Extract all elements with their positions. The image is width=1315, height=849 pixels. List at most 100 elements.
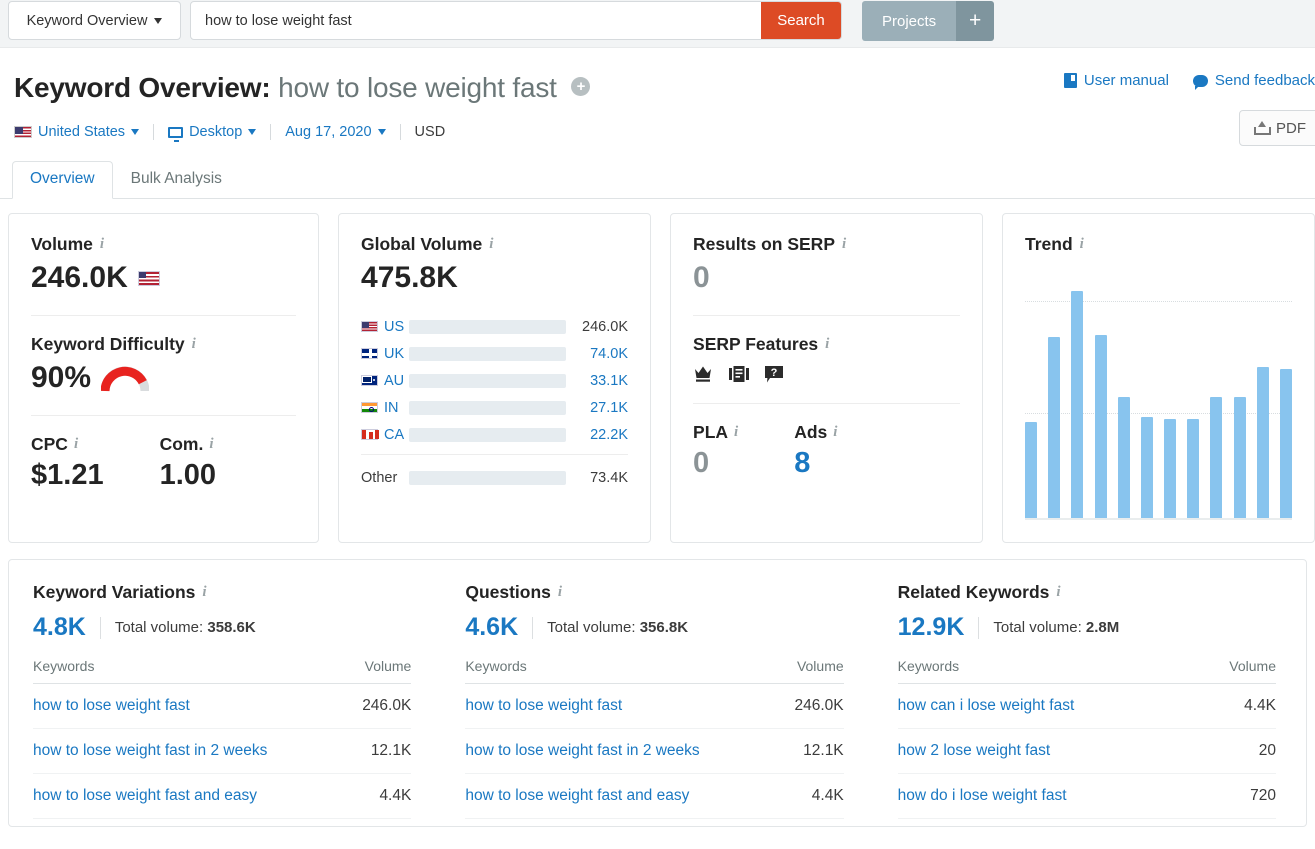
volume-card: Volume i 246.0K Keyword Difficulty i 90% (8, 213, 320, 543)
pla-label-row: PLA i (693, 422, 738, 443)
country-code: US (384, 318, 405, 335)
keyword-tables-panel: Keyword Variations i 4.8K Total volume: 358… (8, 559, 1307, 827)
keyword-link[interactable]: how to lose weight fast in 2 weeks (33, 742, 267, 760)
com-value: 1.00 (159, 459, 217, 491)
trend-bar (1279, 369, 1292, 520)
country-volume-list: US 246.0K UK 74.0K AU 33.1K IN 27.1K CA … (361, 313, 629, 491)
search-input[interactable] (191, 2, 761, 39)
info-icon[interactable]: i (825, 336, 829, 353)
projects-button[interactable]: Projects (862, 1, 957, 41)
info-icon[interactable]: i (202, 584, 206, 601)
database-select-label: Keyword Overview (26, 12, 148, 29)
country-code: CA (384, 426, 405, 443)
table-count[interactable]: 12.9K (898, 613, 965, 642)
total-volume-label: Total volume: (114, 619, 208, 636)
pla-block: PLA i 0 (693, 422, 738, 480)
trend-bar (1187, 419, 1200, 520)
com-block: Com. i 1.00 (160, 434, 216, 492)
info-icon[interactable]: i (1080, 236, 1084, 253)
keyword-link[interactable]: how 2 lose weight fast (898, 742, 1051, 760)
results-on-serp-value: 0 (693, 261, 710, 294)
add-to-list-icon[interactable]: + (571, 77, 591, 96)
trend-label-row: Trend i (1025, 234, 1292, 255)
device-filter[interactable]: Desktop (168, 124, 257, 142)
divider (978, 616, 980, 639)
info-icon[interactable]: i (209, 436, 213, 453)
info-icon[interactable]: i (734, 424, 738, 441)
keyword-volume: 12.1K (803, 742, 844, 759)
info-icon[interactable]: i (558, 584, 562, 601)
keyword-link[interactable]: how to lose weight fast in 2 weeks (465, 742, 699, 760)
volume-bar-track (409, 319, 567, 334)
country-row[interactable]: AU 33.1K (361, 367, 628, 394)
table-count[interactable]: 4.8K (33, 613, 86, 642)
add-project-button[interactable]: + (956, 1, 995, 41)
cpc-label: CPC (31, 434, 68, 454)
question-icon[interactable]: ? (765, 365, 784, 383)
keyword-difficulty-value: 90% (31, 361, 92, 394)
info-icon[interactable]: i (192, 336, 196, 353)
keyword-difficulty-value-row: 90% (31, 361, 296, 395)
table-total-volume: Total volume: 356.8K (547, 619, 688, 636)
tab-bulk-analysis[interactable]: Bulk Analysis (113, 161, 240, 199)
volume-bar-track (409, 427, 567, 442)
country-code: AU (384, 372, 405, 389)
keyword-link[interactable]: how can i lose weight fast (898, 697, 1075, 715)
info-icon[interactable]: i (833, 424, 837, 441)
tab-overview[interactable]: Overview (12, 161, 113, 199)
table-total-volume: Total volume: 2.8M (993, 619, 1119, 636)
carousel-icon[interactable] (729, 365, 750, 383)
divider (99, 616, 101, 639)
crown-icon[interactable] (693, 365, 713, 383)
column-header-keywords: Keywords (33, 658, 95, 674)
table-row: how to lose weight fast in 2 weeks 12.1K (33, 729, 412, 774)
table-row: how to lose weight fast 246.0K (465, 684, 844, 729)
divider (270, 124, 272, 140)
keyword-link[interactable]: how to lose weight fast and easy (465, 787, 689, 805)
table-header: Keywords Volume (465, 642, 844, 684)
database-select[interactable]: Keyword Overview (8, 1, 181, 40)
user-manual-link[interactable]: User manual (1063, 72, 1169, 89)
trend-bar (1117, 396, 1130, 520)
device-filter-label: Desktop (189, 124, 243, 140)
trend-bar (1071, 291, 1084, 520)
send-feedback-link[interactable]: Send feedback (1192, 72, 1315, 90)
info-icon[interactable]: i (100, 236, 104, 253)
pla-label: PLA (693, 422, 729, 442)
table-summary: 12.9K Total volume: 2.8M (898, 613, 1276, 642)
divider (31, 315, 297, 316)
search-button[interactable]: Search (761, 2, 841, 39)
date-filter[interactable]: Aug 17, 2020 (285, 124, 386, 140)
results-on-serp-label: Results on SERP (693, 234, 835, 254)
keyword-link[interactable]: how to lose weight fast (33, 697, 190, 715)
keyword-volume: 4.4K (1244, 697, 1276, 714)
country-filter[interactable]: United States (14, 124, 140, 140)
keyword-link[interactable]: how to lose weight fast (465, 697, 622, 715)
volume-value-row: 246.0K (31, 261, 296, 295)
keyword-link[interactable]: how do i lose weight fast (898, 787, 1067, 805)
country-row[interactable]: UK 74.0K (361, 340, 628, 367)
table-count[interactable]: 4.6K (465, 613, 518, 642)
keyword-link[interactable]: how to lose weight fast and easy (33, 787, 257, 805)
info-icon[interactable]: i (489, 236, 493, 253)
keyword-volume: 246.0K (794, 697, 844, 714)
divider (693, 403, 961, 404)
export-pdf-button[interactable]: PDF (1239, 110, 1315, 146)
trend-bar (1048, 337, 1061, 520)
com-label-row: Com. i (160, 434, 216, 455)
info-icon[interactable]: i (74, 436, 78, 453)
info-icon[interactable]: i (842, 236, 846, 253)
ads-value[interactable]: 8 (794, 447, 837, 480)
info-icon[interactable]: i (1056, 584, 1060, 601)
volume-bar-track (409, 400, 567, 415)
header-links: User manual Send feedback (1063, 72, 1315, 90)
export-pdf-label: PDF (1276, 119, 1306, 137)
country-row[interactable]: IN 27.1K (361, 394, 628, 421)
country-row[interactable]: CA 22.2K (361, 421, 628, 448)
divider (31, 415, 297, 416)
total-volume-label: Total volume: (547, 619, 640, 636)
divider (399, 124, 401, 140)
country-row[interactable]: US 246.0K (361, 313, 628, 340)
table-row: how do i lose weight fast 720 (897, 774, 1276, 819)
tab-bar: Overview Bulk Analysis (0, 161, 1315, 199)
